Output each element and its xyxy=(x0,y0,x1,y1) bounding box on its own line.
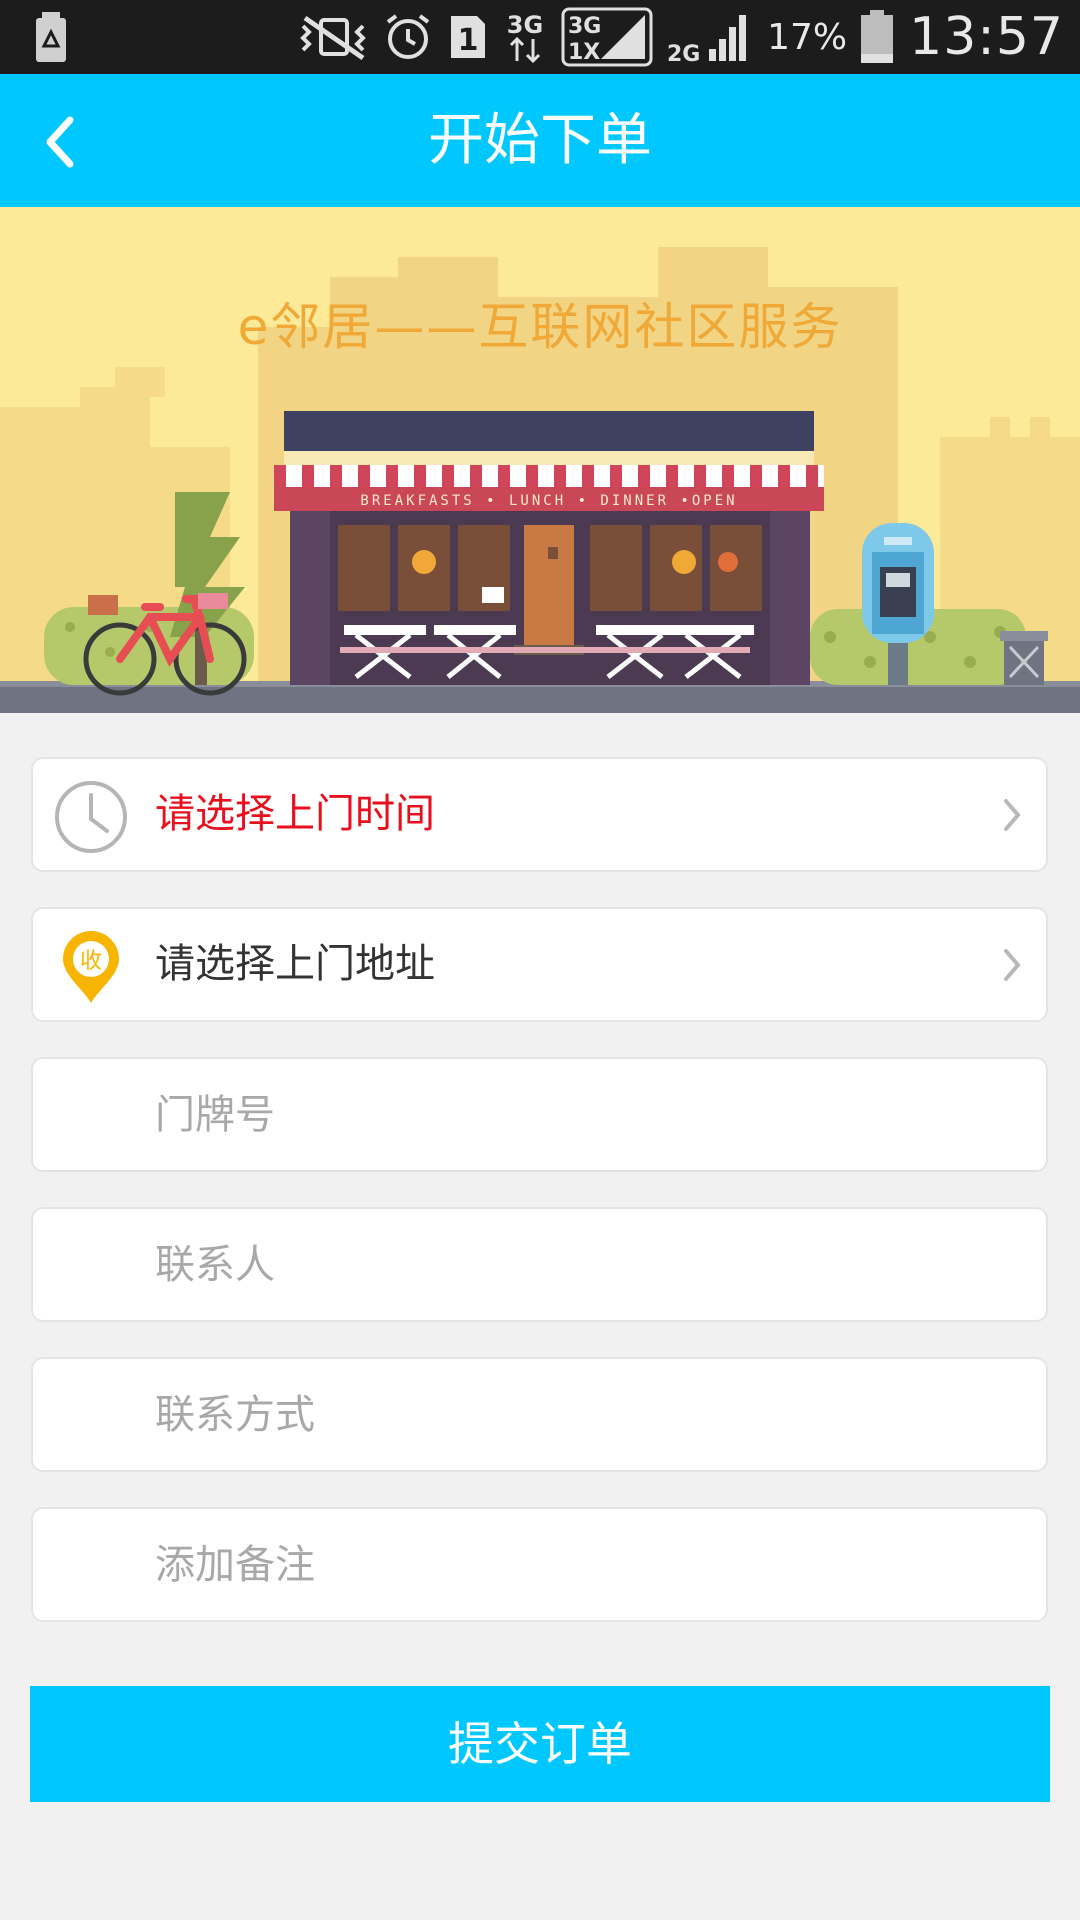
phone-row xyxy=(31,1357,1048,1472)
app-header: 开始下单 xyxy=(0,74,1080,207)
svg-text:1X: 1X xyxy=(568,40,600,65)
svg-text:2G: 2G xyxy=(667,42,700,65)
chevron-right-icon xyxy=(1004,949,1021,981)
location-pin-icon: 收 xyxy=(63,931,119,1003)
battery-icon xyxy=(859,10,895,64)
vibrate-mute-icon xyxy=(297,12,369,62)
svg-text:BREAKFASTS • LUNCH • DINNER •O: BREAKFASTS • LUNCH • DINNER •OPEN xyxy=(360,493,737,509)
svg-text:收: 收 xyxy=(80,949,102,974)
door-number-row xyxy=(31,1057,1048,1172)
page-title: 开始下单 xyxy=(428,108,652,173)
battery-saver-icon xyxy=(36,12,66,62)
select-time-row[interactable]: 请选择上门时间 xyxy=(31,757,1048,872)
svg-text:3G: 3G xyxy=(568,14,601,39)
note-row xyxy=(31,1507,1048,1622)
phone-input[interactable] xyxy=(155,1359,1015,1470)
signal-3g-1x-icon: 3G 1X xyxy=(561,7,653,67)
sim-1-icon: 1 xyxy=(447,12,489,62)
status-bar: 1 3G 3G 1X 2G 17% 13:57 xyxy=(0,0,1080,74)
battery-percent: 17% xyxy=(767,16,848,58)
alarm-icon xyxy=(383,12,433,62)
svg-text:1: 1 xyxy=(458,23,479,58)
storefront-illustration: BREAKFASTS • LUNCH • DINNER •OPEN xyxy=(0,207,1080,713)
clock-icon xyxy=(55,781,127,853)
signal-2g-icon: 2G xyxy=(667,9,753,65)
note-input[interactable] xyxy=(155,1509,1015,1620)
door-number-input[interactable] xyxy=(155,1059,1015,1170)
contact-name-input[interactable] xyxy=(155,1209,1015,1320)
contact-row xyxy=(31,1207,1048,1322)
clock-time: 13:57 xyxy=(909,7,1064,67)
select-address-row[interactable]: 收 请选择上门地址 xyxy=(31,907,1048,1022)
chevron-right-icon xyxy=(1004,799,1021,831)
network-3g-icon: 3G xyxy=(503,9,547,65)
select-time-label: 请选择上门时间 xyxy=(155,791,435,837)
select-address-label: 请选择上门地址 xyxy=(155,941,435,987)
svg-text:3G: 3G xyxy=(507,11,543,39)
banner-slogan: e邻居——互联网社区服务 xyxy=(237,298,843,356)
banner-image: BREAKFASTS • LUNCH • DINNER •OPEN e邻居——互… xyxy=(0,207,1080,713)
submit-order-button[interactable]: 提交订单 xyxy=(30,1686,1050,1802)
